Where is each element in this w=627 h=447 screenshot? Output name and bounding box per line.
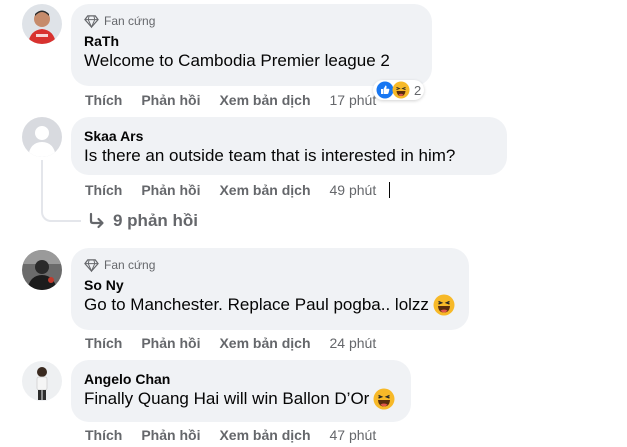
translate-button[interactable]: Xem bản dịch xyxy=(219,92,310,108)
comment-bubble: Angelo Chan Finally Quang Hai will win B… xyxy=(71,360,411,422)
text-cursor xyxy=(389,182,390,198)
comment-text: Welcome to Cambodia Premier league 2 xyxy=(84,50,418,72)
translate-button[interactable]: Xem bản dịch xyxy=(219,427,310,443)
comment-actions: Thích Phản hồi Xem bản dịch 49 phút xyxy=(85,181,376,199)
author-name[interactable]: RaTh xyxy=(84,32,418,50)
comment-text-content: Welcome to Cambodia Premier league 2 xyxy=(84,51,390,70)
comment-text-content: Finally Quang Hai will win Ballon D’Or xyxy=(84,389,370,408)
diamond-icon xyxy=(84,258,99,272)
comment-bubble: Skaa Ars Is there an outside team that i… xyxy=(71,117,507,175)
thread-connector xyxy=(41,196,81,222)
badge-label: Fan cứng xyxy=(104,258,156,272)
view-replies-button[interactable]: 9 phản hồi xyxy=(87,211,198,231)
comment-text-content: Is there an outside team that is interes… xyxy=(84,146,456,165)
comment-text: Is there an outside team that is interes… xyxy=(84,145,493,167)
comment-text: Finally Quang Hai will win Ballon D’Or xyxy=(84,388,397,410)
translate-button[interactable]: Xem bản dịch xyxy=(219,182,310,198)
timestamp[interactable]: 17 phút xyxy=(330,92,377,108)
reply-button[interactable]: Phản hồi xyxy=(141,427,200,443)
comment-bubble: Fan cứng So Ny Go to Manchester. Replace… xyxy=(71,248,469,330)
comment-actions: Thích Phản hồi Xem bản dịch 17 phút xyxy=(85,91,376,109)
avatar[interactable] xyxy=(22,361,62,401)
fan-badge: Fan cứng xyxy=(84,13,418,29)
badge-label: Fan cứng xyxy=(104,14,156,28)
fan-badge: Fan cứng xyxy=(84,257,455,273)
reaction-count: 2 xyxy=(414,82,422,98)
reply-button[interactable]: Phản hồi xyxy=(141,335,200,351)
comment-text: Go to Manchester. Replace Paul pogba.. l… xyxy=(84,294,455,316)
author-name[interactable]: Skaa Ars xyxy=(84,127,493,145)
timestamp[interactable]: 47 phút xyxy=(330,427,377,443)
like-button[interactable]: Thích xyxy=(85,335,122,351)
reply-arrow-icon xyxy=(89,212,104,229)
comment-bubble: Fan cứng RaTh Welcome to Cambodia Premie… xyxy=(71,4,432,86)
diamond-icon xyxy=(84,14,99,28)
reaction-summary[interactable]: 2 xyxy=(373,80,425,100)
avatar[interactable] xyxy=(22,4,62,44)
comment-actions: Thích Phản hồi Xem bản dịch 24 phút xyxy=(85,334,376,352)
laughing-emoji-icon xyxy=(373,388,395,410)
laughing-emoji-icon xyxy=(433,294,455,316)
like-button[interactable]: Thích xyxy=(85,92,122,108)
replies-count-label[interactable]: 9 phản hồi xyxy=(113,211,198,231)
avatar[interactable] xyxy=(22,250,62,290)
author-name[interactable]: So Ny xyxy=(84,276,455,294)
reply-button[interactable]: Phản hồi xyxy=(141,182,200,198)
timestamp[interactable]: 49 phút xyxy=(330,182,377,198)
author-name[interactable]: Angelo Chan xyxy=(84,370,397,388)
timestamp[interactable]: 24 phút xyxy=(330,335,377,351)
comment-actions: Thích Phản hồi Xem bản dịch 47 phút xyxy=(85,426,376,444)
reply-button[interactable]: Phản hồi xyxy=(141,92,200,108)
haha-reaction-icon xyxy=(392,81,410,99)
like-button[interactable]: Thích xyxy=(85,427,122,443)
comment-text-content: Go to Manchester. Replace Paul pogba.. l… xyxy=(84,295,429,314)
avatar[interactable] xyxy=(22,117,62,157)
translate-button[interactable]: Xem bản dịch xyxy=(219,335,310,351)
like-button[interactable]: Thích xyxy=(85,182,122,198)
